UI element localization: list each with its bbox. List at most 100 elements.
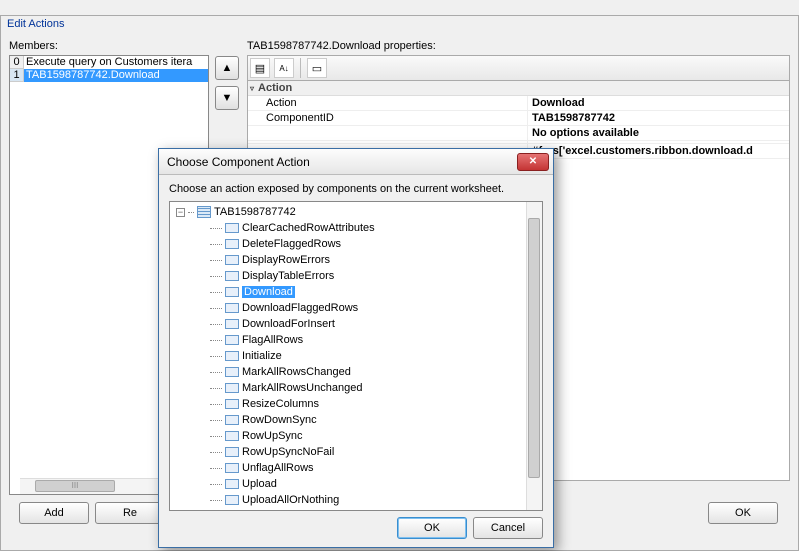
- categorized-view-button[interactable]: ▤: [250, 58, 270, 78]
- action-icon: [225, 479, 239, 489]
- property-toolbar: ▤ A↓ ▭: [247, 55, 790, 81]
- component-action-tree[interactable]: − TAB1598787742 ClearCachedRowAttributes…: [169, 201, 543, 511]
- dialog-close-button[interactable]: ✕: [517, 153, 549, 171]
- tree-action-node[interactable]: Download: [210, 284, 540, 300]
- tree-action-label: Download: [242, 286, 295, 298]
- move-up-button[interactable]: ▲: [215, 56, 239, 80]
- move-down-button[interactable]: ▼: [215, 86, 239, 110]
- window-title: Edit Actions: [1, 16, 798, 32]
- row-text: TAB1598787742.Download: [24, 69, 208, 82]
- tree-root-node[interactable]: − TAB1598787742: [176, 204, 540, 220]
- property-row[interactable]: ComponentIDTAB1598787742: [248, 111, 789, 126]
- tree-action-node[interactable]: RowUpSyncNoFail: [210, 444, 540, 460]
- action-icon: [225, 239, 239, 249]
- scrollbar-thumb[interactable]: III: [35, 480, 115, 492]
- property-row[interactable]: No options available: [248, 126, 789, 141]
- tree-vertical-scrollbar[interactable]: [526, 202, 542, 510]
- tree-action-node[interactable]: DeleteFlaggedRows: [210, 236, 540, 252]
- categorized-icon: ▤: [255, 62, 265, 75]
- tree-action-label: DisplayRowErrors: [242, 254, 330, 266]
- scrollbar-thumb[interactable]: [528, 218, 540, 478]
- property-value: [528, 141, 789, 143]
- members-row[interactable]: 0Execute query on Customers itera: [10, 56, 208, 69]
- expander-icon[interactable]: −: [176, 208, 185, 217]
- add-button[interactable]: Add: [19, 502, 89, 524]
- arrow-down-icon: ▼: [222, 92, 233, 104]
- members-row[interactable]: 1TAB1598787742.Download: [10, 69, 208, 82]
- alphabetical-view-button[interactable]: A↓: [274, 58, 294, 78]
- tree-action-node[interactable]: RowUpSync: [210, 428, 540, 444]
- tree-action-node[interactable]: DownloadFlaggedRows: [210, 300, 540, 316]
- dialog-title: Choose Component Action: [163, 155, 517, 169]
- members-label: Members:: [9, 40, 209, 52]
- tree-root-label: TAB1598787742: [214, 206, 296, 218]
- property-value: No options available: [528, 126, 789, 140]
- table-icon: [197, 206, 211, 218]
- sort-az-icon: A↓: [279, 64, 288, 73]
- tree-action-node[interactable]: Upload: [210, 476, 540, 492]
- action-icon: [225, 367, 239, 377]
- property-value: Download: [528, 96, 789, 110]
- tree-action-label: UploadAllOrNothing: [242, 494, 339, 506]
- tree-action-node[interactable]: ResizeColumns: [210, 396, 540, 412]
- property-value: #{res['excel.customers.ribbon.download.d: [528, 144, 789, 158]
- action-icon: [225, 303, 239, 313]
- tree-action-node[interactable]: MarkAllRowsChanged: [210, 364, 540, 380]
- tree-action-label: DownloadForInsert: [242, 318, 335, 330]
- property-pages-button[interactable]: ▭: [307, 58, 327, 78]
- row-text: Execute query on Customers itera: [24, 56, 208, 69]
- tree-action-label: MarkAllRowsChanged: [242, 366, 351, 378]
- tree-action-label: Initialize: [242, 350, 282, 362]
- property-key: ComponentID: [248, 111, 528, 125]
- close-icon: ✕: [529, 156, 537, 167]
- tree-action-node[interactable]: ClearCachedRowAttributes: [210, 220, 540, 236]
- action-icon: [225, 431, 239, 441]
- action-icon: [225, 415, 239, 425]
- tree-action-node[interactable]: FlagAllRows: [210, 332, 540, 348]
- action-icon: [225, 447, 239, 457]
- tree-action-label: RowUpSyncNoFail: [242, 446, 334, 458]
- tree-action-node[interactable]: UploadAllOrNothing: [210, 492, 540, 508]
- tree-action-label: DownloadFlaggedRows: [242, 302, 358, 314]
- collapse-triangle-icon: ▿: [250, 84, 254, 93]
- tree-action-label: ResizeColumns: [242, 398, 319, 410]
- tree-action-label: ClearCachedRowAttributes: [242, 222, 375, 234]
- property-key: Action: [248, 96, 528, 110]
- action-icon: [225, 223, 239, 233]
- properties-label: TAB1598787742.Download properties:: [247, 40, 790, 52]
- tree-action-label: RowUpSync: [242, 430, 303, 442]
- action-icon: [225, 287, 239, 297]
- action-icon: [225, 383, 239, 393]
- property-key: [248, 126, 528, 140]
- tree-action-node[interactable]: DisplayTableErrors: [210, 268, 540, 284]
- dialog-ok-button[interactable]: OK: [397, 517, 467, 539]
- tree-action-label: UnflagAllRows: [242, 462, 314, 474]
- row-index: 0: [10, 56, 24, 69]
- property-row[interactable]: ActionDownload: [248, 96, 789, 111]
- tree-action-label: MarkAllRowsUnchanged: [242, 382, 362, 394]
- tree-action-node[interactable]: UnflagAllRows: [210, 460, 540, 476]
- choose-component-action-dialog: Choose Component Action ✕ Choose an acti…: [158, 148, 554, 548]
- action-icon: [225, 351, 239, 361]
- page-icon: ▭: [312, 62, 322, 75]
- tree-action-node[interactable]: DisplayRowErrors: [210, 252, 540, 268]
- action-icon: [225, 255, 239, 265]
- tree-action-node[interactable]: Initialize: [210, 348, 540, 364]
- action-icon: [225, 271, 239, 281]
- action-icon: [225, 335, 239, 345]
- tree-action-label: DeleteFlaggedRows: [242, 238, 341, 250]
- tree-action-node[interactable]: MarkAllRowsUnchanged: [210, 380, 540, 396]
- tree-action-node[interactable]: RowDownSync: [210, 412, 540, 428]
- ok-button-main[interactable]: OK: [708, 502, 778, 524]
- arrow-up-icon: ▲: [222, 62, 233, 74]
- tree-action-label: RowDownSync: [242, 414, 317, 426]
- tree-action-node[interactable]: DownloadForInsert: [210, 316, 540, 332]
- dialog-cancel-button[interactable]: Cancel: [473, 517, 543, 539]
- property-value: TAB1598787742: [528, 111, 789, 125]
- remove-button[interactable]: Re: [95, 502, 165, 524]
- action-icon: [225, 319, 239, 329]
- tree-action-label: FlagAllRows: [242, 334, 303, 346]
- property-section-action[interactable]: ▿ Action: [248, 81, 789, 96]
- tree-action-label: Upload: [242, 478, 277, 490]
- dialog-titlebar[interactable]: Choose Component Action ✕: [159, 149, 553, 175]
